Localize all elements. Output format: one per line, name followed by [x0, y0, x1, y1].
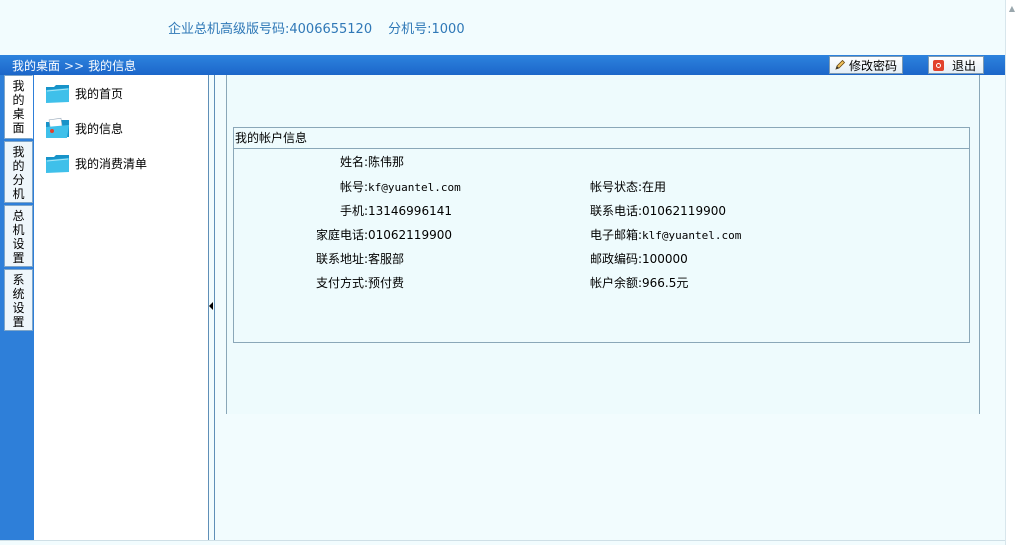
panel-splitter[interactable]: [208, 75, 215, 540]
exit-icon: [933, 59, 944, 71]
account-info-title: 我的帐户信息: [234, 128, 969, 149]
breadcrumb-current: 我的信息: [88, 59, 137, 73]
nav-bar: 我的桌面 >> 我的信息 修改密码 退出: [0, 55, 1005, 75]
mobile-label: 手机:: [339, 204, 368, 218]
home-phone-label: 家庭电话:: [315, 228, 368, 242]
address-label: 联系地址:: [315, 252, 368, 266]
tab-label: 总机设置: [12, 209, 25, 265]
logout-button[interactable]: 退出: [928, 56, 984, 74]
logout-label: 退出: [952, 58, 977, 73]
field-status: 帐号状态:在用: [582, 178, 666, 195]
tab-label: 我的分机: [12, 145, 25, 201]
payment-label: 支付方式:: [315, 276, 368, 290]
tree-item-label: 我的首页: [75, 86, 124, 101]
pencil-icon: [835, 59, 846, 70]
tree-item-my-info[interactable]: 我的信息: [44, 115, 123, 141]
change-password-label: 修改密码: [849, 58, 898, 73]
mobile-value: 13146996141: [368, 204, 452, 218]
folder-open-icon: [46, 117, 69, 138]
tab-label: 我的桌面: [12, 79, 25, 135]
field-contact-phone: 联系电话:01062119900: [582, 202, 726, 219]
hotline-number: 4006655120: [289, 22, 373, 37]
field-balance: 帐户余额:966.5元: [582, 274, 688, 291]
contact-phone-value: 01062119900: [642, 204, 726, 218]
name-value: 陈伟那: [368, 155, 405, 169]
tree-item-home[interactable]: 我的首页: [44, 80, 123, 106]
vertical-scrollbar[interactable]: ▲: [1005, 0, 1017, 545]
tree-item-label: 我的信息: [75, 121, 124, 136]
field-account: 帐号:kf@yuantel.com: [234, 178, 461, 195]
tab-my-desktop[interactable]: 我的桌面: [4, 75, 33, 139]
balance-value: 966.5元: [642, 276, 689, 290]
tree-item-billing[interactable]: 我的消费清单: [44, 150, 147, 176]
collapse-arrow-icon[interactable]: [209, 302, 213, 310]
breadcrumb-separator: >>: [64, 59, 85, 73]
tab-my-extension[interactable]: 我的分机: [4, 141, 33, 203]
field-mobile: 手机:13146996141: [234, 202, 452, 219]
breadcrumb: 我的桌面 >> 我的信息: [12, 57, 136, 74]
tab-system-settings[interactable]: 系统设置: [4, 269, 33, 331]
home-phone-value: 01062119900: [368, 228, 452, 242]
account-info-box: 我的帐户信息 姓名:陈伟那 帐号:kf@yuantel.com 帐号状态:在用 …: [233, 127, 970, 343]
tab-label: 系统设置: [12, 273, 25, 329]
field-address: 联系地址:客服部: [234, 250, 404, 267]
field-email: 电子邮箱:klf@yuantel.com: [582, 226, 741, 243]
email-value: klf@yuantel.com: [642, 229, 742, 242]
field-payment: 支付方式:预付费: [234, 274, 404, 291]
content-frame: 我的帐户信息 姓名:陈伟那 帐号:kf@yuantel.com 帐号状态:在用 …: [226, 75, 980, 414]
name-label: 姓名:: [339, 155, 368, 169]
ext-number: 1000: [431, 22, 465, 37]
account-label: 帐号:: [339, 180, 368, 194]
field-name: 姓名:陈伟那: [234, 153, 404, 170]
field-home-phone: 家庭电话:01062119900: [234, 226, 452, 243]
tab-switchboard-settings[interactable]: 总机设置: [4, 205, 33, 267]
breadcrumb-home[interactable]: 我的桌面: [12, 59, 60, 73]
change-password-button[interactable]: 修改密码: [829, 56, 903, 74]
nav-tree: 我的首页 我的信息 我的消费清单: [34, 75, 208, 540]
address-value: 客服部: [368, 252, 405, 266]
bottom-edge: [0, 540, 1005, 545]
header-banner: 企业总机高级版号码:4006655120 分机号:1000: [0, 0, 1005, 55]
scroll-up-icon[interactable]: ▲: [1007, 4, 1017, 14]
hotline-label: 企业总机高级版号码:: [168, 22, 290, 37]
zip-label: 邮政编码:: [589, 252, 642, 266]
email-label: 电子邮箱:: [589, 228, 642, 242]
field-zip: 邮政编码:100000: [582, 250, 688, 267]
ext-label: 分机号:: [388, 22, 432, 37]
status-value: 在用: [642, 180, 667, 194]
hotline-info: 企业总机高级版号码:4006655120 分机号:1000: [168, 18, 465, 37]
balance-label: 帐户余额:: [589, 276, 642, 290]
folder-icon: [46, 155, 69, 173]
tree-item-label: 我的消费清单: [75, 156, 148, 171]
account-value: kf@yuantel.com: [368, 181, 461, 194]
folder-icon: [46, 85, 69, 103]
left-tab-strip: 我的桌面 我的分机 总机设置 系统设置: [0, 75, 34, 540]
zip-value: 100000: [642, 252, 688, 266]
contact-phone-label: 联系电话:: [589, 204, 642, 218]
payment-value: 预付费: [368, 276, 405, 290]
status-label: 帐号状态:: [589, 180, 642, 194]
